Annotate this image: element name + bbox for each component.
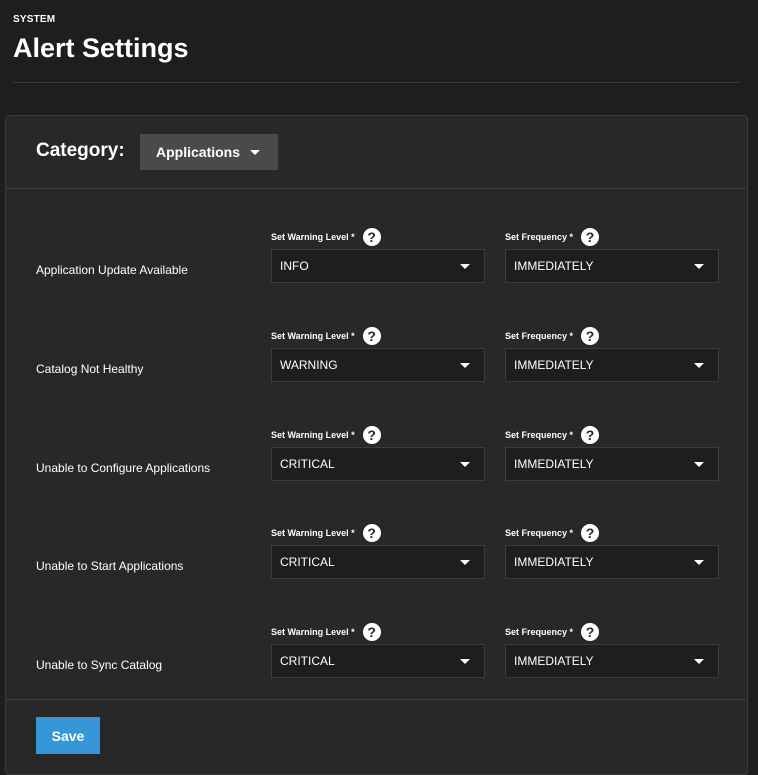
warning-level-label: Set Warning Level * [271,627,355,637]
warning-level-value: INFO [280,259,309,273]
warning-level-select[interactable]: INFO [271,249,485,283]
frequency-label: Set Frequency * [505,627,574,637]
alert-row: Unable to Sync Catalog Set Warning Level… [6,621,747,681]
warning-level-label: Set Warning Level * [271,430,355,440]
help-circle-icon[interactable]: ? [581,623,600,641]
chevron-down-icon [460,363,470,368]
help-circle-icon[interactable]: ? [362,524,381,542]
category-select-value: Applications [156,144,241,160]
chevron-down-icon [460,264,470,269]
frequency-label: Set Frequency * [505,528,574,538]
help-circle-icon[interactable]: ? [362,327,381,345]
alert-row: Catalog Not Healthy Set Warning Level *?… [6,325,747,385]
help-circle-icon[interactable]: ? [581,524,600,542]
alert-settings-card: Category: Applications Application Updat… [5,115,748,775]
frequency-select[interactable]: IMMEDIATELY [505,447,719,481]
alert-name: Application Update Available [36,263,188,277]
warning-level-value: CRITICAL [280,457,335,471]
alert-name: Unable to Configure Applications [36,461,211,475]
warning-level-select[interactable]: CRITICAL [271,644,485,678]
frequency-value: IMMEDIATELY [514,358,594,372]
help-circle-icon[interactable]: ? [362,623,381,641]
alert-name: Unable to Start Applications [36,559,184,573]
frequency-label: Set Frequency * [505,232,574,242]
chevron-down-icon [460,462,470,467]
category-divider [6,188,747,189]
category-select[interactable]: Applications [140,134,278,170]
warning-level-value: CRITICAL [280,654,335,668]
alert-name: Catalog Not Healthy [36,362,144,376]
frequency-value: IMMEDIATELY [514,555,594,569]
warning-level-label: Set Warning Level * [271,331,355,341]
alert-name: Unable to Sync Catalog [36,658,163,672]
chevron-down-icon [694,264,704,269]
header-divider [13,82,740,83]
frequency-select[interactable]: IMMEDIATELY [505,249,719,283]
help-circle-icon[interactable]: ? [362,228,381,246]
frequency-select[interactable]: IMMEDIATELY [505,644,719,678]
frequency-value: IMMEDIATELY [514,457,594,471]
help-circle-icon[interactable]: ? [581,228,600,246]
alert-row: Application Update Available Set Warning… [6,226,747,286]
frequency-value: IMMEDIATELY [514,259,594,273]
warning-level-value: CRITICAL [280,555,335,569]
chevron-down-icon [460,560,470,565]
warning-level-value: WARNING [280,358,338,372]
frequency-value: IMMEDIATELY [514,654,594,668]
frequency-select[interactable]: IMMEDIATELY [505,348,719,382]
chevron-down-icon [694,363,704,368]
category-label: Category: [36,140,125,161]
help-circle-icon[interactable]: ? [581,426,600,444]
warning-level-select[interactable]: WARNING [271,348,485,382]
chevron-down-icon [694,560,704,565]
warning-level-select[interactable]: CRITICAL [271,447,485,481]
page-title: Alert Settings [13,33,189,63]
frequency-label: Set Frequency * [505,331,574,341]
breadcrumb: SYSTEM [13,14,56,25]
chevron-down-icon [694,462,704,467]
frequency-select[interactable]: IMMEDIATELY [505,545,719,579]
alert-row: Unable to Configure Applications Set War… [6,424,747,484]
chevron-down-icon [250,149,261,155]
warning-level-label: Set Warning Level * [271,528,355,538]
chevron-down-icon [460,659,470,664]
help-circle-icon[interactable]: ? [581,327,600,345]
chevron-down-icon [694,659,704,664]
help-circle-icon[interactable]: ? [362,426,381,444]
footer-divider [6,699,747,700]
warning-level-label: Set Warning Level * [271,232,355,242]
warning-level-select[interactable]: CRITICAL [271,545,485,579]
alert-row: Unable to Start Applications Set Warning… [6,522,747,582]
frequency-label: Set Frequency * [505,430,574,440]
save-button[interactable]: Save [36,717,100,754]
